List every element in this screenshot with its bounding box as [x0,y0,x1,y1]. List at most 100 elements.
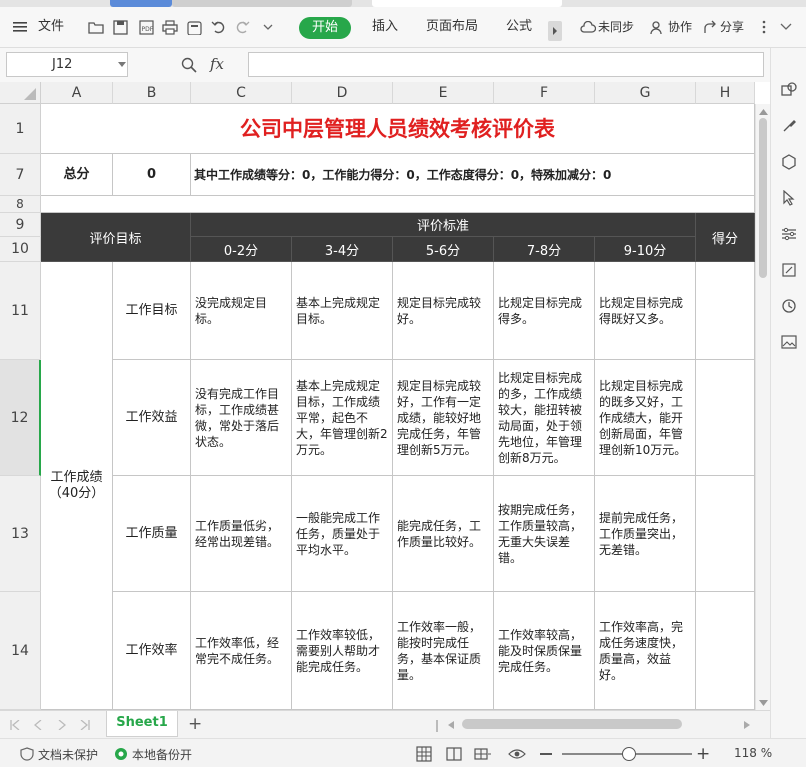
prev-sheet-icon[interactable] [34,720,42,730]
vertical-scrollbar[interactable] [755,104,770,710]
collapse-ribbon-icon[interactable] [778,19,794,35]
criteria-cell[interactable]: 工作效率较高，能及时保质保量完成任务。 [494,592,595,710]
column-header-c[interactable]: C [191,82,292,104]
criteria-cell[interactable]: 规定目标完成较好。 [393,262,494,360]
criteria-cell[interactable]: 基本上完成规定目标。 [292,262,393,360]
collaborate-button[interactable]: 协作 [668,18,692,36]
fx-icon[interactable]: fx [210,55,224,73]
item-name[interactable]: 工作目标 [113,262,191,360]
range-header[interactable]: 7-8分 [494,237,595,262]
add-sheet-icon[interactable]: + [188,714,202,734]
more-options-icon[interactable] [756,19,772,35]
total-value[interactable]: 0 [113,154,191,196]
total-label[interactable]: 总分 [41,154,113,196]
score-cell[interactable] [696,476,755,592]
zoom-search-icon[interactable] [181,57,197,73]
tab-fragment[interactable] [110,0,172,7]
hexagon-icon[interactable] [781,154,797,170]
item-name[interactable]: 工作效益 [113,360,191,476]
history-clock-icon[interactable] [781,298,797,314]
quick-access-dropdown-icon[interactable] [260,19,276,35]
header-evaluation-target[interactable]: 评价目标 [41,213,191,262]
more-tabs-button[interactable] [548,21,562,41]
criteria-cell[interactable]: 工作效率高，完成任务速度快，质量高，效益好。 [595,592,696,710]
row-header-9[interactable]: 9 [0,213,41,237]
empty-row-8[interactable] [41,196,755,213]
criteria-cell[interactable]: 比规定目标完成得既好又多。 [595,262,696,360]
select-all-corner[interactable] [0,82,41,104]
local-backup-status[interactable]: 本地备份开 [132,746,192,763]
header-score[interactable]: 得分 [696,213,755,262]
range-header[interactable]: 5-6分 [393,237,494,262]
share-icon[interactable] [702,19,718,35]
category-work-performance[interactable]: 工作成绩（40分） [41,262,113,710]
name-box[interactable]: J12 [6,52,128,77]
score-cell[interactable] [696,262,755,360]
criteria-cell[interactable]: 比规定目标完成得多。 [494,262,595,360]
tab-start[interactable]: 开始 [299,17,351,39]
zoom-in-icon[interactable]: + [696,744,710,764]
redo-icon[interactable] [234,19,250,35]
criteria-cell[interactable]: 基本上完成规定目标，工作成绩平常，起色不大，年管理创新2万元。 [292,360,393,476]
unsynced-label[interactable]: 未同步 [598,18,634,36]
scroll-up-icon[interactable] [759,109,768,115]
share-button[interactable]: 分享 [720,18,744,36]
header-evaluation-standard[interactable]: 评价标准 [191,213,696,237]
scroll-left-icon[interactable] [448,721,454,729]
row-header-8[interactable]: 8 [0,196,41,213]
row-header-13[interactable]: 13 [0,476,41,592]
undo-icon[interactable] [210,19,226,35]
print-icon[interactable] [162,19,178,35]
criteria-cell[interactable]: 没有完成工作目标，工作成绩甚微，常处于落后状态。 [191,360,292,476]
criteria-cell[interactable]: 提前完成任务，工作质量突出，无差错。 [595,476,696,592]
range-header[interactable]: 9-10分 [595,237,696,262]
tab-insert[interactable]: 插入 [372,18,398,36]
item-name[interactable]: 工作质量 [113,476,191,592]
open-folder-icon[interactable] [88,19,104,35]
column-header-d[interactable]: D [292,82,393,104]
item-name[interactable]: 工作效率 [113,592,191,710]
hamburger-menu-icon[interactable] [12,19,28,35]
format-painter-icon[interactable] [186,19,202,35]
image-icon[interactable] [781,334,797,350]
criteria-cell[interactable]: 比规定目标完成的既多又好，工作成绩大，能开创新局面，年管理创新10万元。 [595,360,696,476]
row-header-14[interactable]: 14 [0,592,41,710]
column-header-h[interactable]: H [696,82,755,104]
style-brush-icon[interactable] [781,118,797,134]
next-sheet-icon[interactable] [58,720,66,730]
tab-formula[interactable]: 公式 [506,18,532,36]
range-header[interactable]: 0-2分 [191,237,292,262]
criteria-cell[interactable]: 比规定目标完成的多，工作成绩较大，能扭转被动局面，处于领先地位，年管理创新8万元… [494,360,595,476]
scroll-down-icon[interactable] [759,700,768,706]
criteria-cell[interactable]: 规定目标完成较好，工作有一定成绩，能较好地完成任务，年管理创新5万元。 [393,360,494,476]
criteria-cell[interactable]: 工作质量低劣，经常出现差错。 [191,476,292,592]
criteria-cell[interactable]: 工作效率低，经常完不成任务。 [191,592,292,710]
page-break-view-icon[interactable] [474,746,492,762]
vertical-scroll-thumb[interactable] [759,118,767,278]
row-header-11[interactable]: 11 [0,262,41,360]
resize-icon[interactable] [781,262,797,278]
sheet-title[interactable]: 公司中层管理人员绩效考核评价表 [41,104,755,154]
criteria-cell[interactable]: 能完成任务，工作质量比较好。 [393,476,494,592]
criteria-cell[interactable]: 按期完成任务，工作质量较高，无重大失误差错。 [494,476,595,592]
column-header-a[interactable]: A [41,82,113,104]
score-cell[interactable] [696,592,755,710]
reading-view-icon[interactable] [446,746,462,762]
zoom-level[interactable]: 118 % [734,746,772,760]
cloud-sync-icon[interactable] [580,19,596,35]
tab-fragment[interactable] [172,0,352,7]
row-header-1[interactable]: 1 [0,104,41,154]
horizontal-scroll-thumb[interactable] [462,719,682,729]
name-box-dropdown-icon[interactable] [118,62,126,68]
criteria-cell[interactable]: 一般能完成工作任务，质量处于平均水平。 [292,476,393,592]
menu-file[interactable]: 文件 [38,18,64,36]
settings-sliders-icon[interactable] [781,226,797,242]
select-cursor-icon[interactable] [781,190,797,206]
range-header[interactable]: 3-4分 [292,237,393,262]
criteria-cell[interactable]: 工作效率较低，需要别人帮助才能完成任务。 [292,592,393,710]
tab-splitter[interactable] [436,720,438,732]
row-header-7[interactable]: 7 [0,154,41,196]
collaborate-icon[interactable] [648,19,664,35]
column-header-g[interactable]: G [595,82,696,104]
scroll-right-icon[interactable] [744,721,750,729]
